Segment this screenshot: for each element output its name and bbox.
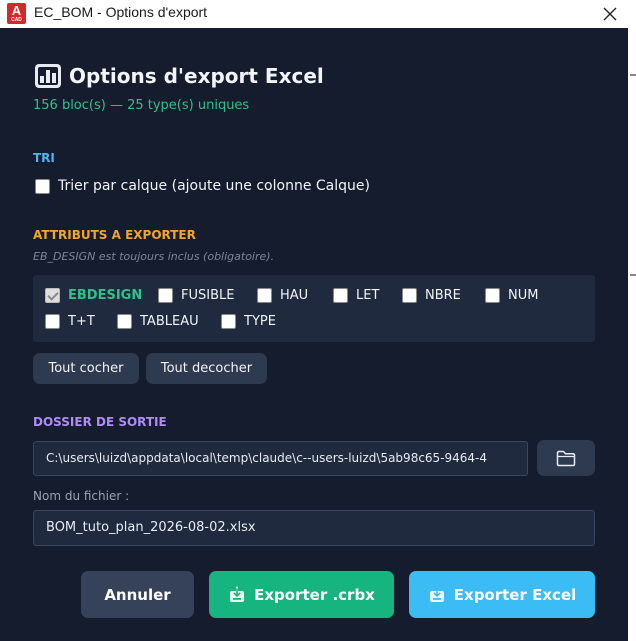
attribute-option-tableau[interactable]: TABLEAU	[117, 314, 199, 329]
attributes-panel: EBDESIGN FUSIBLE HAU LET NBRE NUM T+T TA…	[33, 275, 595, 342]
attribute-option-ebdesign[interactable]: EBDESIGN	[45, 288, 142, 303]
filename-label: Nom du fichier :	[33, 489, 130, 503]
attribute-label-tableau: TABLEAU	[140, 314, 199, 329]
close-button[interactable]	[592, 0, 628, 28]
cancel-button[interactable]: Annuler	[81, 571, 194, 618]
attribute-checkbox-let[interactable]	[333, 288, 348, 303]
export-crbx-button[interactable]: Exporter .crbx	[209, 571, 394, 618]
attribute-checkbox-tableau[interactable]	[117, 314, 132, 329]
title-bar: A CAD EC_BOM - Options d'export	[0, 0, 636, 28]
attribute-option-type[interactable]: TYPE	[221, 314, 276, 329]
app-icon-sub: CAD	[11, 17, 22, 23]
attribute-label-fusible: FUSIBLE	[181, 288, 235, 303]
browse-folder-button[interactable]	[537, 440, 595, 476]
attribute-option-let[interactable]: LET	[333, 288, 379, 303]
export-excel-button[interactable]: Exporter Excel	[409, 571, 595, 618]
attribute-label-let: LET	[356, 288, 380, 303]
attribute-label-ebdesign: EBDESIGN	[68, 288, 143, 303]
attribute-checkbox-hau[interactable]	[257, 288, 272, 303]
sort-by-layer-option[interactable]: Trier par calque (ajoute une colonne Cal…	[35, 178, 370, 194]
section-label-tri: TRI	[33, 151, 55, 165]
attribute-label-num: NUM	[508, 288, 539, 303]
attribute-label-type: TYPE	[244, 314, 276, 329]
close-icon	[603, 7, 617, 21]
attribute-option-hau[interactable]: HAU	[257, 288, 308, 303]
attribute-checkbox-tt[interactable]	[45, 314, 60, 329]
attribute-option-num[interactable]: NUM	[485, 288, 538, 303]
page-heading: Options d'export Excel	[35, 64, 324, 88]
output-folder-input[interactable]: C:\users\luizd\appdata\local\temp\claude…	[33, 441, 528, 476]
export-excel-icon	[428, 586, 446, 604]
sort-by-layer-checkbox[interactable]	[35, 178, 50, 194]
attribute-checkbox-ebdesign[interactable]	[45, 288, 60, 303]
sort-by-layer-label: Trier par calque (ajoute une colonne Cal…	[58, 178, 370, 194]
export-excel-label: Exporter Excel	[453, 585, 577, 604]
attribute-option-tt[interactable]: T+T	[45, 314, 95, 329]
attributes-hint: EB_DESIGN est toujours inclus (obligatoi…	[33, 250, 275, 263]
cancel-button-label: Annuler	[104, 585, 171, 604]
attribute-option-fusible[interactable]: FUSIBLE	[158, 288, 234, 303]
export-crbx-label: Exporter .crbx	[254, 585, 375, 604]
page-title: Options d'export Excel	[69, 64, 324, 88]
attribute-checkbox-nbre[interactable]	[402, 288, 417, 303]
window-title: EC_BOM - Options d'export	[34, 4, 208, 20]
attribute-option-nbre[interactable]: NBRE	[402, 288, 461, 303]
attribute-label-nbre: NBRE	[425, 288, 461, 303]
folder-icon	[556, 450, 576, 466]
autocad-app-icon: A CAD	[7, 3, 26, 24]
check-all-button[interactable]: Tout cocher	[33, 353, 139, 384]
bar-chart-icon	[35, 64, 61, 88]
background-window-edge	[628, 28, 636, 641]
app-icon-letter: A	[11, 3, 22, 18]
section-label-attributes: ATTRIBUTS A EXPORTER	[33, 228, 196, 242]
attribute-checkbox-fusible[interactable]	[158, 288, 173, 303]
section-label-output-folder: DOSSIER DE SORTIE	[33, 415, 167, 429]
uncheck-all-button[interactable]: Tout decocher	[146, 353, 267, 384]
attribute-label-tt: T+T	[68, 314, 95, 329]
filename-input[interactable]: BOM_tuto_plan_2026-08-02.xlsx	[33, 510, 595, 546]
attribute-checkbox-num[interactable]	[485, 288, 500, 303]
attribute-checkbox-type[interactable]	[221, 314, 236, 329]
attribute-label-hau: HAU	[280, 288, 309, 303]
block-count-summary: 156 bloc(s) — 25 type(s) uniques	[33, 98, 250, 113]
export-crbx-icon	[228, 586, 246, 604]
